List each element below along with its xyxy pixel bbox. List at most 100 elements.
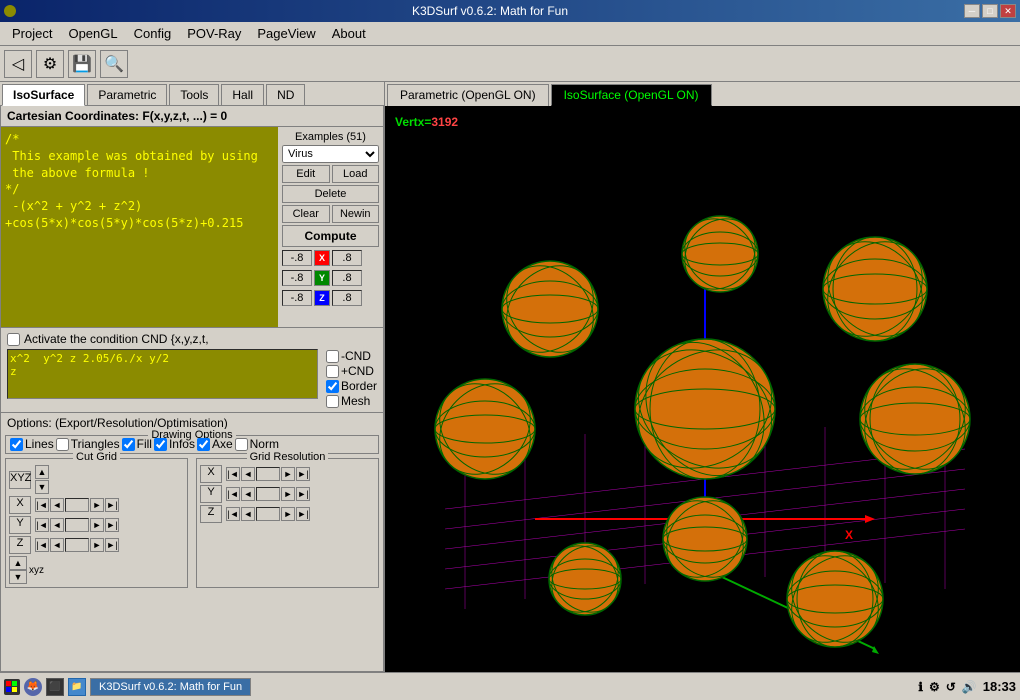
x-min-input[interactable] [282,250,312,266]
norm-check[interactable] [235,438,248,451]
cnd-neg-check[interactable] [326,350,339,363]
cut-y-r1[interactable]: ► [90,518,104,532]
cut-z-btn[interactable]: Z [9,536,31,554]
tab-hall[interactable]: Hall [221,84,264,105]
z-color-btn[interactable]: Z [314,290,330,306]
cnd-border-check[interactable] [326,380,339,393]
y-color-btn[interactable]: Y [314,270,330,286]
folder-icon[interactable]: 📁 [68,678,86,696]
res-y-r2[interactable]: ►| [296,487,310,501]
tab-tools[interactable]: Tools [169,84,219,105]
cut-x-r2[interactable]: ►| [105,498,119,512]
load-button[interactable]: Load [332,165,380,183]
3d-visualization: X [385,106,1020,672]
cnd-mesh-check[interactable] [326,395,339,408]
start-icon[interactable] [4,679,20,695]
compute-button[interactable]: Compute [282,225,379,247]
statusbar: 🦊 ⬛ 📁 K3DSurf v0.6.2: Math for Fun ℹ ⚙ ↺… [0,672,1020,700]
fill-check[interactable] [122,438,135,451]
cut-vert-dn[interactable]: ▼ [9,570,27,584]
newin-button[interactable]: Newin [332,205,380,223]
res-y-l2[interactable]: ◄ [241,487,255,501]
cnd-text-editor[interactable]: x^2 y^2 z 2.05/6./x y/2 z [7,349,318,399]
axe-check[interactable] [197,438,210,451]
main-area: IsoSurface Parametric Tools Hall ND Cart… [0,82,1020,672]
view-tab-isosurface[interactable]: IsoSurface (OpenGL ON) [551,84,712,106]
cnd-options: -CND +CND Border Mesh [326,349,377,408]
cut-z-l1[interactable]: |◄ [35,538,49,552]
cut-y-btn[interactable]: Y [9,516,31,534]
cut-z-l2[interactable]: ◄ [50,538,64,552]
cnd-checkbox[interactable] [7,333,20,346]
res-z-r2[interactable]: ►| [296,507,310,521]
tab-isosurface[interactable]: IsoSurface [2,84,85,106]
firefox-icon[interactable]: 🦊 [24,678,42,696]
cut-x-l1[interactable]: |◄ [35,498,49,512]
res-x-r2[interactable]: ►| [296,467,310,481]
menu-project[interactable]: Project [4,24,60,43]
res-y-r1[interactable]: ► [281,487,295,501]
y-min-input[interactable] [282,270,312,286]
cut-xyz-dn[interactable]: ▼ [35,480,49,494]
cut-z-r2[interactable]: ►| [105,538,119,552]
view-tab-parametric[interactable]: Parametric (OpenGL ON) [387,84,549,106]
back-button[interactable]: ◁ [4,50,32,78]
menu-about[interactable]: About [324,24,374,43]
tab-parametric[interactable]: Parametric [87,84,167,105]
z-max-input[interactable] [332,290,362,306]
minimize-button[interactable]: ─ [964,4,980,18]
menu-pageview[interactable]: PageView [249,24,323,43]
info-button[interactable]: 🔍 [100,50,128,78]
y-max-input[interactable] [332,270,362,286]
res-z-r1[interactable]: ► [281,507,295,521]
x-max-input[interactable] [332,250,362,266]
infos-label: Infos [169,437,195,451]
res-x-r1[interactable]: ► [281,467,295,481]
res-z-btn[interactable]: Z [200,505,222,523]
res-z-l1[interactable]: |◄ [226,507,240,521]
res-x-l1[interactable]: |◄ [226,467,240,481]
menu-povray[interactable]: POV-Ray [179,24,249,43]
grid-resolution-title: Grid Resolution [247,451,329,463]
cut-y-l2[interactable]: ◄ [50,518,64,532]
cnd-neg-label: -CND [341,349,371,363]
res-y-l1[interactable]: |◄ [226,487,240,501]
maximize-button[interactable]: □ [982,4,998,18]
res-x-btn[interactable]: X [200,465,222,483]
cut-grid-box: Cut Grid XYZ ▲ ▼ X |◄ ◄ [5,458,188,588]
edit-button[interactable]: Edit [282,165,330,183]
menu-opengl[interactable]: OpenGL [60,24,125,43]
res-x-l2[interactable]: ◄ [241,467,255,481]
lines-check[interactable] [10,438,23,451]
z-min-input[interactable] [282,290,312,306]
gear-button[interactable]: ⚙ [36,50,64,78]
canvas-area[interactable]: Vertx=3192 [385,106,1020,672]
terminal-icon[interactable]: ⬛ [46,678,64,696]
vertex-info: Vertx=3192 [395,114,458,130]
taskbar-k3dsurf[interactable]: K3DSurf v0.6.2: Math for Fun [90,678,251,696]
examples-dropdown[interactable]: Virus [282,145,379,163]
cut-vert-up[interactable]: ▲ [9,556,27,570]
cut-xyz-up[interactable]: ▲ [35,465,49,479]
delete-button[interactable]: Delete [282,185,379,203]
triangles-check[interactable] [56,438,69,451]
save-button[interactable]: 💾 [68,50,96,78]
y-axis-row: Y [282,269,379,287]
res-z-l2[interactable]: ◄ [241,507,255,521]
x-color-btn[interactable]: X [314,250,330,266]
cut-xyz-btn[interactable]: XYZ [9,471,31,489]
cut-z-r1[interactable]: ► [90,538,104,552]
infos-check[interactable] [154,438,167,451]
res-y-btn[interactable]: Y [200,485,222,503]
cut-x-l2[interactable]: ◄ [50,498,64,512]
formula-editor[interactable]: /* This example was obtained by using th… [1,127,278,327]
cut-x-btn[interactable]: X [9,496,31,514]
cut-y-r2[interactable]: ►| [105,518,119,532]
close-button[interactable]: ✕ [1000,4,1016,18]
menu-config[interactable]: Config [126,24,180,43]
clear-button[interactable]: Clear [282,205,330,223]
tab-nd[interactable]: ND [266,84,305,105]
cut-x-r1[interactable]: ► [90,498,104,512]
cut-y-l1[interactable]: |◄ [35,518,49,532]
cnd-pos-check[interactable] [326,365,339,378]
